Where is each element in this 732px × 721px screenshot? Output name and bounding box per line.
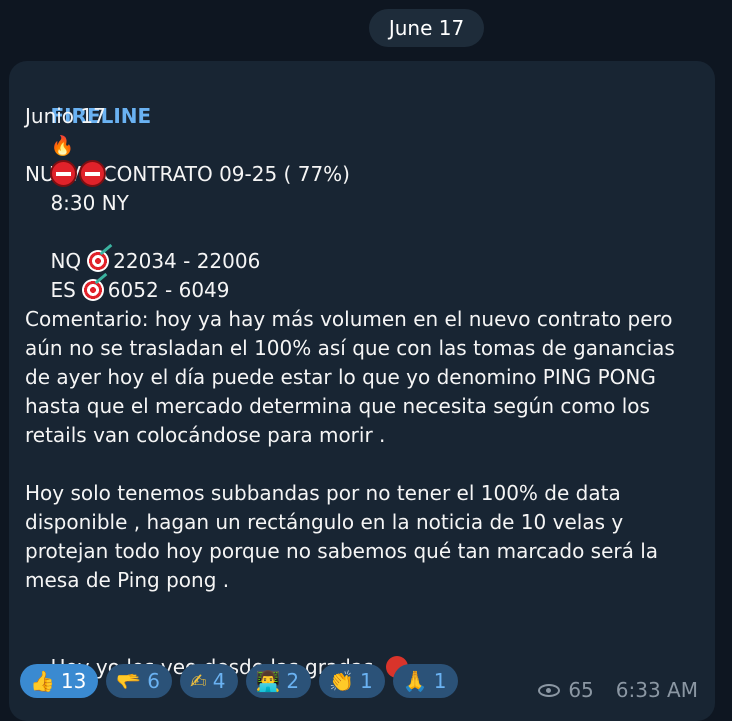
- es-range: 6052 - 6049: [107, 278, 230, 302]
- clap-icon: 👏: [329, 669, 355, 693]
- nq-range: 22034 - 22006: [113, 249, 261, 273]
- es-label: ES: [50, 278, 76, 302]
- sender-line: FIRELINE 🔥: [25, 73, 705, 157]
- reaction-count: 13: [60, 669, 87, 693]
- technologist-icon: 👨‍💻: [255, 669, 281, 693]
- time-line: 8:30 NY: [25, 131, 705, 215]
- closing-line: Hoy yo los veo desde las gradas.: [25, 624, 705, 680]
- reaction-technologist[interactable]: 👨‍💻 2: [245, 664, 312, 698]
- time-text: 8:30 NY: [50, 191, 129, 215]
- comment-paragraph: Comentario: hoy ya hay más volumen en el…: [25, 307, 675, 447]
- reactions-bar: 👍 13 🫳 6 ✍ 4 👨‍💻 2 👏 1 🙏 1: [20, 664, 459, 698]
- hand-icon: 🫳: [116, 669, 142, 693]
- reaction-count: 1: [433, 669, 447, 693]
- reaction-hand[interactable]: 🫳 6: [106, 664, 172, 698]
- thumbs-up-icon: 👍: [30, 669, 55, 693]
- reaction-count: 4: [212, 669, 226, 693]
- date-separator: June 17: [369, 9, 484, 47]
- message-content: FIRELINE 🔥 Junio 17 8:30 NY NUEVO CONTRA…: [25, 73, 705, 680]
- writing-hand-icon: ✍: [190, 669, 207, 693]
- reaction-clap[interactable]: 👏 1: [319, 664, 385, 698]
- pray-icon: 🙏: [402, 669, 428, 693]
- reaction-count: 6: [147, 669, 160, 693]
- direct-hit-icon: [81, 279, 104, 301]
- eye-icon: [538, 683, 561, 697]
- subbands-paragraph: Hoy solo tenemos subbandas por no tener …: [25, 481, 659, 592]
- reaction-pray[interactable]: 🙏 1: [392, 664, 459, 698]
- direct-hit-icon: [87, 250, 110, 272]
- reaction-writing-hand[interactable]: ✍ 4: [180, 664, 238, 698]
- message-time: 6:33 AM: [615, 678, 698, 702]
- nq-line: NQ 22034 - 22006: [25, 218, 705, 273]
- fire-icon: 🔥: [50, 135, 75, 157]
- view-count: 65: [568, 678, 594, 702]
- nq-label: NQ: [50, 249, 82, 273]
- reaction-count: 1: [360, 669, 373, 693]
- message-meta: 65 6:33 AM: [538, 678, 698, 702]
- reaction-count: 2: [286, 669, 300, 693]
- contract-line: NUEVO CONTRATO 09-25 ( 77%): [25, 162, 350, 186]
- reaction-thumbs-up[interactable]: 👍 13: [20, 664, 99, 698]
